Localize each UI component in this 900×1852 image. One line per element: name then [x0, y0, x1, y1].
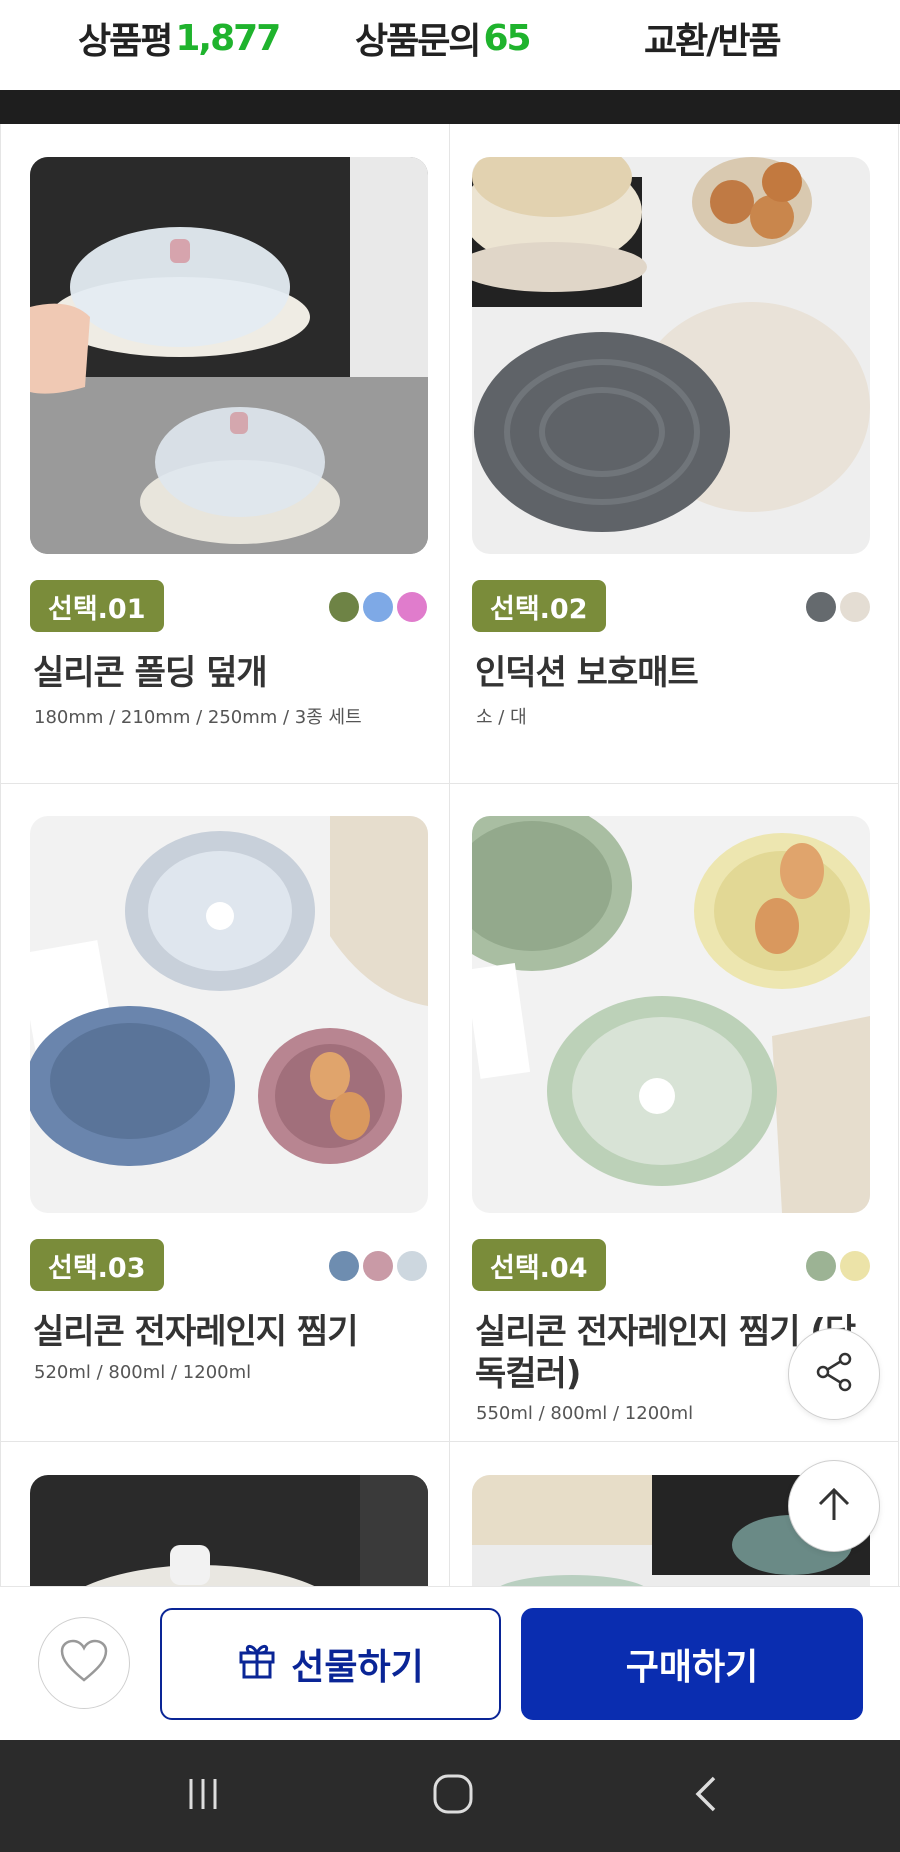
review-tabs: 상품평 1,877 상품문의 65 교환/반품	[0, 0, 900, 90]
product-card[interactable]: 선택.02 인덕션 보호매트 소 / 대	[449, 124, 899, 784]
color-swatch	[806, 592, 836, 622]
option-badge: 선택.02	[472, 580, 606, 632]
option-badge: 선택.04	[472, 1239, 606, 1291]
product-image	[472, 816, 870, 1213]
system-navigation-bar	[0, 1740, 900, 1852]
color-swatches	[806, 1251, 870, 1281]
home-button[interactable]	[393, 1740, 513, 1852]
recent-apps-icon	[183, 1774, 223, 1818]
product-subtitle: 소 / 대	[476, 707, 527, 728]
tab-qna-label: 상품문의	[355, 21, 481, 62]
product-option-grid: 선택.01 실리콘 폴딩 덮개 180mm / 210mm / 250mm / …	[0, 124, 900, 1586]
color-swatch	[840, 1251, 870, 1281]
wishlist-button[interactable]	[38, 1617, 130, 1709]
reviews-count: 1,877	[175, 17, 281, 59]
gift-button[interactable]: 선물하기	[160, 1608, 501, 1720]
tab-reviews-label: 상품평	[78, 21, 173, 62]
option-badge: 선택.01	[30, 580, 164, 632]
color-swatch	[397, 592, 427, 622]
home-icon	[431, 1772, 475, 1820]
product-card[interactable]: 선택.01 실리콘 폴딩 덮개 180mm / 210mm / 250mm / …	[0, 124, 450, 784]
buy-button-label: 구매하기	[625, 1647, 759, 1688]
tab-reviews[interactable]: 상품평 1,877	[78, 10, 281, 66]
color-swatch	[397, 1251, 427, 1281]
color-swatch	[806, 1251, 836, 1281]
product-title: 실리콘 전자레인지 찜기	[33, 1312, 358, 1352]
color-swatch	[363, 1251, 393, 1281]
back-icon	[688, 1774, 728, 1818]
color-swatches	[329, 1251, 427, 1281]
recent-apps-button[interactable]	[143, 1740, 263, 1852]
product-image	[30, 1475, 428, 1586]
gift-icon	[237, 1640, 277, 1689]
option-badge: 선택.03	[30, 1239, 164, 1291]
buy-button[interactable]: 구매하기	[521, 1608, 863, 1720]
tab-exchange-label: 교환/반품	[644, 21, 782, 62]
arrow-up-icon	[812, 1482, 856, 1530]
gift-button-label: 선물하기	[291, 1647, 424, 1688]
product-image	[472, 157, 870, 554]
tab-exchange-return[interactable]: 교환/반품	[644, 10, 782, 66]
scroll-to-top-button[interactable]	[788, 1460, 880, 1552]
purchase-action-bar: 선물하기 구매하기	[0, 1586, 900, 1740]
product-subtitle: 180mm / 210mm / 250mm / 3종 세트	[34, 707, 362, 728]
section-divider-bar	[0, 90, 900, 124]
share-icon	[811, 1349, 857, 1399]
product-card[interactable]: 선택.03 실리콘 전자레인지 찜기 520ml / 800ml / 1200m…	[0, 783, 450, 1442]
color-swatch	[329, 1251, 359, 1281]
color-swatches	[806, 592, 870, 622]
product-subtitle: 520ml / 800ml / 1200ml	[34, 1362, 252, 1383]
qna-count: 65	[483, 17, 531, 59]
product-card[interactable]	[0, 1442, 450, 1586]
heart-icon	[59, 1638, 109, 1688]
product-title: 실리콘 폴딩 덮개	[33, 653, 268, 693]
color-swatches	[329, 592, 427, 622]
color-swatch	[840, 592, 870, 622]
back-button[interactable]	[648, 1740, 768, 1852]
color-swatch	[329, 592, 359, 622]
product-title: 인덕션 보호매트	[475, 653, 699, 693]
share-button[interactable]	[788, 1328, 880, 1420]
product-image	[30, 816, 428, 1213]
product-subtitle: 550ml / 800ml / 1200ml	[476, 1403, 694, 1424]
color-swatch	[363, 592, 393, 622]
product-image	[30, 157, 428, 554]
tab-qna[interactable]: 상품문의 65	[355, 10, 532, 66]
